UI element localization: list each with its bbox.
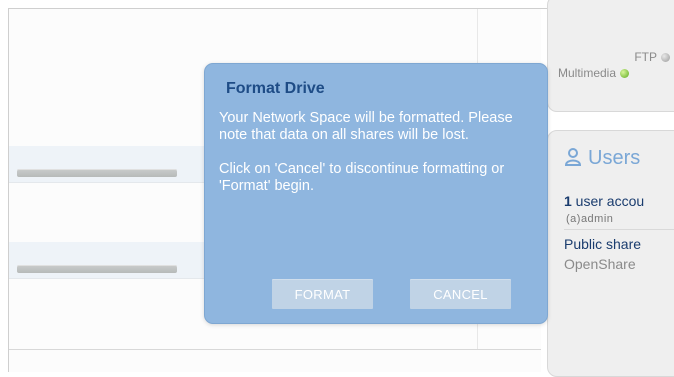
usage-bar: [17, 265, 177, 273]
account-text: user accou: [571, 193, 645, 209]
divider: [564, 229, 674, 230]
status-sidebar: FTP Multimedia Users 1 user accou (a)adm…: [541, 0, 674, 377]
account-count: 1: [564, 193, 572, 209]
ftp-label: FTP: [634, 50, 657, 64]
users-title: Users: [588, 147, 641, 169]
services-card: FTP Multimedia: [547, 0, 674, 112]
account-name: (a)admin: [566, 213, 614, 225]
user-icon: [564, 148, 582, 166]
ftp-status: FTP: [634, 50, 670, 64]
dialog-instruction-text: Click on 'Cancel' to discontinue formatt…: [219, 161, 505, 194]
format-button[interactable]: FORMAT: [272, 279, 373, 309]
users-heading[interactable]: Users: [564, 147, 640, 170]
usage-bar: [17, 169, 177, 177]
cancel-button[interactable]: CANCEL: [410, 279, 511, 309]
multimedia-label: Multimedia: [558, 66, 617, 80]
dialog-message: Your Network Space will be formatted. Pl…: [219, 110, 529, 212]
public-share-value: OpenShare: [564, 256, 636, 272]
user-accounts-link[interactable]: 1 user accou: [564, 193, 644, 209]
dialog-title: Format Drive: [226, 80, 325, 97]
status-led-icon: [661, 53, 670, 62]
users-card: Users 1 user accou (a)admin Public share…: [547, 130, 674, 377]
format-drive-dialog: Format Drive Your Network Space will be …: [204, 63, 548, 324]
multimedia-status: Multimedia: [558, 66, 630, 80]
public-share-label[interactable]: Public share: [564, 236, 641, 252]
status-led-icon: [620, 69, 630, 78]
panel-divider: [9, 349, 541, 350]
dialog-warning-text: Your Network Space will be formatted. Pl…: [219, 110, 513, 143]
